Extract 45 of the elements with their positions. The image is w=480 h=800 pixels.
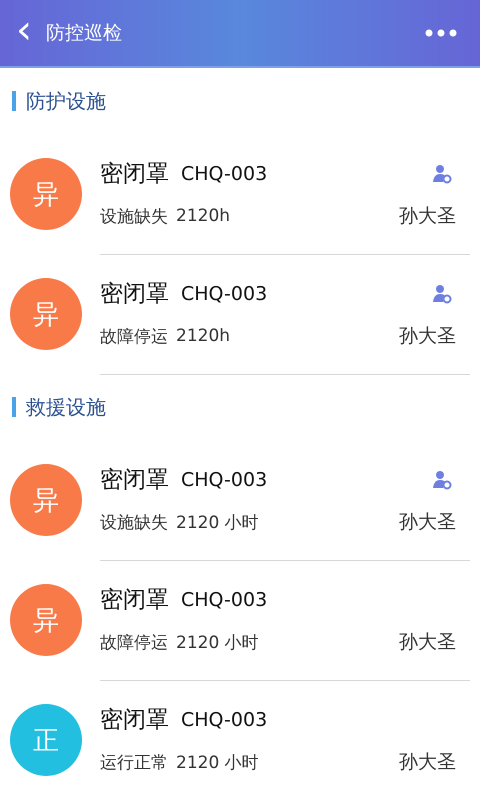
status-badge: 异 bbox=[10, 584, 82, 656]
list-item[interactable]: 异 密闭罩 CHQ-003 设施缺失 2120 小时 孙大圣 bbox=[0, 440, 480, 560]
section-title: 救援设施 bbox=[26, 394, 106, 420]
person-name: 孙大圣 bbox=[399, 324, 456, 349]
section-marker bbox=[12, 91, 16, 111]
item-code: CHQ-003 bbox=[181, 282, 268, 304]
person-icon[interactable] bbox=[432, 284, 452, 304]
list-item[interactable]: 异 密闭罩 CHQ-003 故障停运 2120 小时 孙大圣 bbox=[0, 560, 480, 680]
person-name: 孙大圣 bbox=[399, 750, 456, 775]
item-duration: 2120 小时 bbox=[176, 512, 260, 534]
item-duration: 2120 小时 bbox=[176, 632, 260, 654]
person-name: 孙大圣 bbox=[399, 510, 456, 535]
page-title: 防控巡检 bbox=[46, 21, 123, 46]
person-icon[interactable] bbox=[432, 164, 452, 184]
item-status: 设施缺失 bbox=[100, 512, 168, 534]
list-item[interactable]: 异 密闭罩 CHQ-003 故障停运 2120h 孙大圣 bbox=[0, 254, 480, 374]
item-status: 设施缺失 bbox=[100, 206, 168, 228]
list-item[interactable]: 异 密闭罩 CHQ-003 设施缺失 2120h 孙大圣 bbox=[0, 134, 480, 254]
list-item[interactable]: 正 密闭罩 CHQ-003 运行正常 2120 小时 孙大圣 bbox=[0, 680, 480, 800]
item-status: 故障停运 bbox=[100, 326, 168, 348]
item-code: CHQ-003 bbox=[181, 468, 268, 490]
item-code: CHQ-003 bbox=[181, 708, 268, 730]
item-name: 密闭罩 bbox=[100, 586, 169, 615]
section-marker bbox=[12, 397, 16, 417]
status-badge: 正 bbox=[10, 704, 82, 776]
status-badge: 异 bbox=[10, 158, 82, 230]
status-badge: 异 bbox=[10, 464, 82, 536]
more-icon[interactable] bbox=[424, 28, 458, 38]
item-duration: 2120h bbox=[176, 206, 232, 226]
item-name: 密闭罩 bbox=[100, 706, 169, 735]
item-duration: 2120 小时 bbox=[176, 752, 260, 774]
item-code: CHQ-003 bbox=[181, 588, 268, 610]
status-badge: 异 bbox=[10, 278, 82, 350]
item-code: CHQ-003 bbox=[181, 162, 268, 184]
item-status: 故障停运 bbox=[100, 632, 168, 654]
person-name: 孙大圣 bbox=[399, 204, 456, 229]
item-name: 密闭罩 bbox=[100, 466, 169, 495]
person-icon[interactable] bbox=[432, 470, 452, 490]
section-title: 防护设施 bbox=[26, 88, 106, 114]
item-name: 密闭罩 bbox=[100, 160, 169, 189]
item-duration: 2120h bbox=[176, 326, 232, 346]
item-name: 密闭罩 bbox=[100, 280, 169, 309]
back-button[interactable]: ‹ bbox=[10, 10, 38, 56]
item-status: 运行正常 bbox=[100, 752, 168, 774]
person-name: 孙大圣 bbox=[399, 630, 456, 655]
